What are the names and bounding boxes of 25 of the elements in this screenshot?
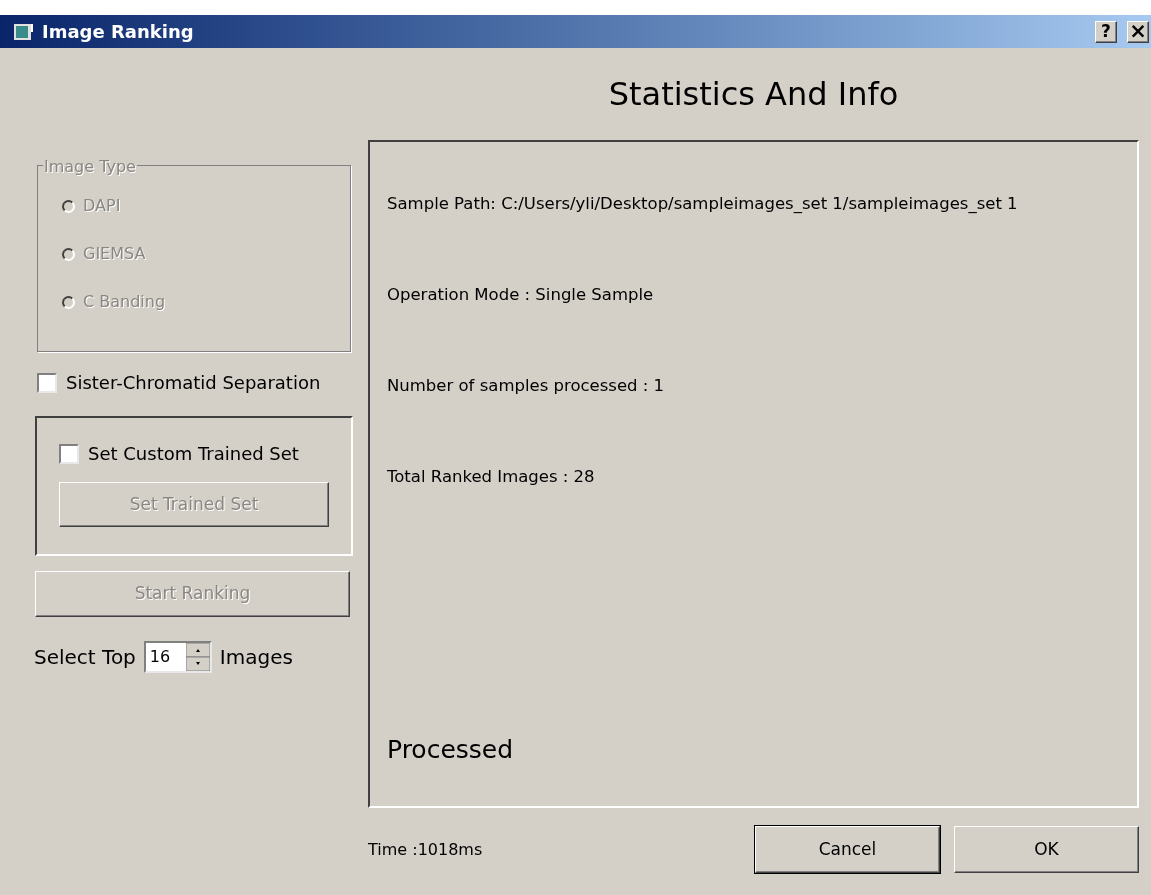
radio-label: C Banding <box>83 291 166 313</box>
select-top-label: Select Top <box>34 644 136 671</box>
app-icon <box>14 22 34 41</box>
spin-value: 16 <box>148 646 172 668</box>
radio-label: GIEMSA <box>83 243 146 265</box>
radio-label: DAPI <box>83 195 121 217</box>
time-label: Time :1018ms <box>368 838 483 861</box>
close-button[interactable]: × <box>1127 20 1149 43</box>
help-button[interactable]: ? <box>1095 20 1117 43</box>
info-line: Total Ranked Images : 28 <box>387 466 596 488</box>
status-text: Processed <box>387 733 515 766</box>
spin-arrows-icon[interactable] <box>185 643 210 671</box>
info-line: Operation Mode : Single Sample <box>387 284 655 306</box>
info-line: Number of samples processed : 1 <box>387 375 666 397</box>
spin-box[interactable]: 16 <box>143 641 212 673</box>
checkbox-label: Set Custom Trained Set <box>88 442 299 466</box>
info-line: Sample Path: C:/Users/yli/Desktop/sampleimages_set 1/sampleimages_set 1 <box>387 193 1019 215</box>
dialog-button[interactable]: Cancel <box>755 826 940 873</box>
dialog-button[interactable]: OK <box>954 826 1139 873</box>
checkbox[interactable] <box>59 443 79 464</box>
checkbox[interactable] <box>37 372 57 393</box>
images-label: Images <box>219 644 293 671</box>
window-title: Image Ranking <box>42 20 194 44</box>
checkbox-label: Sister-Chromatid Separation <box>66 371 321 395</box>
heading: Statistics And Info <box>608 74 899 115</box>
